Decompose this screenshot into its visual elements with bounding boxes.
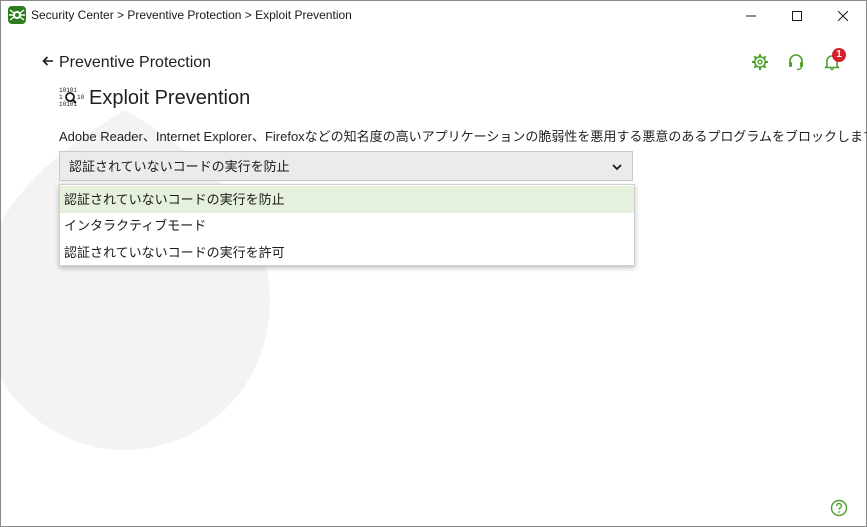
dropdown-option-allow[interactable]: 認証されていないコードの実行を許可 xyxy=(60,239,634,266)
back-link[interactable]: Preventive Protection xyxy=(42,53,211,73)
page-title: Exploit Prevention xyxy=(89,87,251,109)
notification-badge: 1 xyxy=(832,48,846,62)
close-button[interactable] xyxy=(820,0,866,31)
headset-icon xyxy=(789,54,803,71)
dropdown-option-interactive[interactable]: インタラクティブモード xyxy=(60,212,634,239)
minimize-icon xyxy=(746,15,756,16)
minimize-button[interactable] xyxy=(728,0,774,31)
maximize-button[interactable] xyxy=(774,0,820,31)
support-button[interactable] xyxy=(786,52,806,72)
back-arrow-icon xyxy=(42,53,54,73)
gear-icon xyxy=(752,54,768,70)
dropdown-option-block[interactable]: 認証されていないコードの実行を防止 xyxy=(60,186,634,213)
title-bar[interactable]: Security Center > Preventive Protection … xyxy=(0,0,867,31)
dropdown-option-label: 認証されていないコードの実行を防止 xyxy=(64,192,285,207)
select-dropdown-list: 認証されていないコードの実行を防止 インタラクティブモード 認証されていないコー… xyxy=(59,184,635,266)
window-title: Security Center > Preventive Protection … xyxy=(31,8,352,22)
protection-mode-select[interactable]: 認証されていないコードの実行を防止 xyxy=(59,151,633,181)
back-label: Preventive Protection xyxy=(59,54,212,71)
svg-text:10: 10 xyxy=(77,94,85,101)
close-icon xyxy=(838,10,848,21)
select-current-value: 認証されていないコードの実行を防止 xyxy=(69,159,290,174)
svg-text:1: 1 xyxy=(59,94,63,101)
chevron-down-icon xyxy=(612,164,622,171)
settings-button[interactable] xyxy=(750,52,770,72)
dropdown-option-label: インタラクティブモード xyxy=(64,218,207,233)
dr-web-spider-icon xyxy=(8,6,26,24)
maximize-icon xyxy=(792,10,802,21)
page-description: Adobe Reader、Internet Explorer、Firefoxなど… xyxy=(59,129,867,144)
dropdown-option-label: 認証されていないコードの実行を許可 xyxy=(64,245,285,260)
binary-magnifier-icon: 10101 1 10101 10 xyxy=(59,87,85,108)
help-icon[interactable] xyxy=(830,499,848,517)
